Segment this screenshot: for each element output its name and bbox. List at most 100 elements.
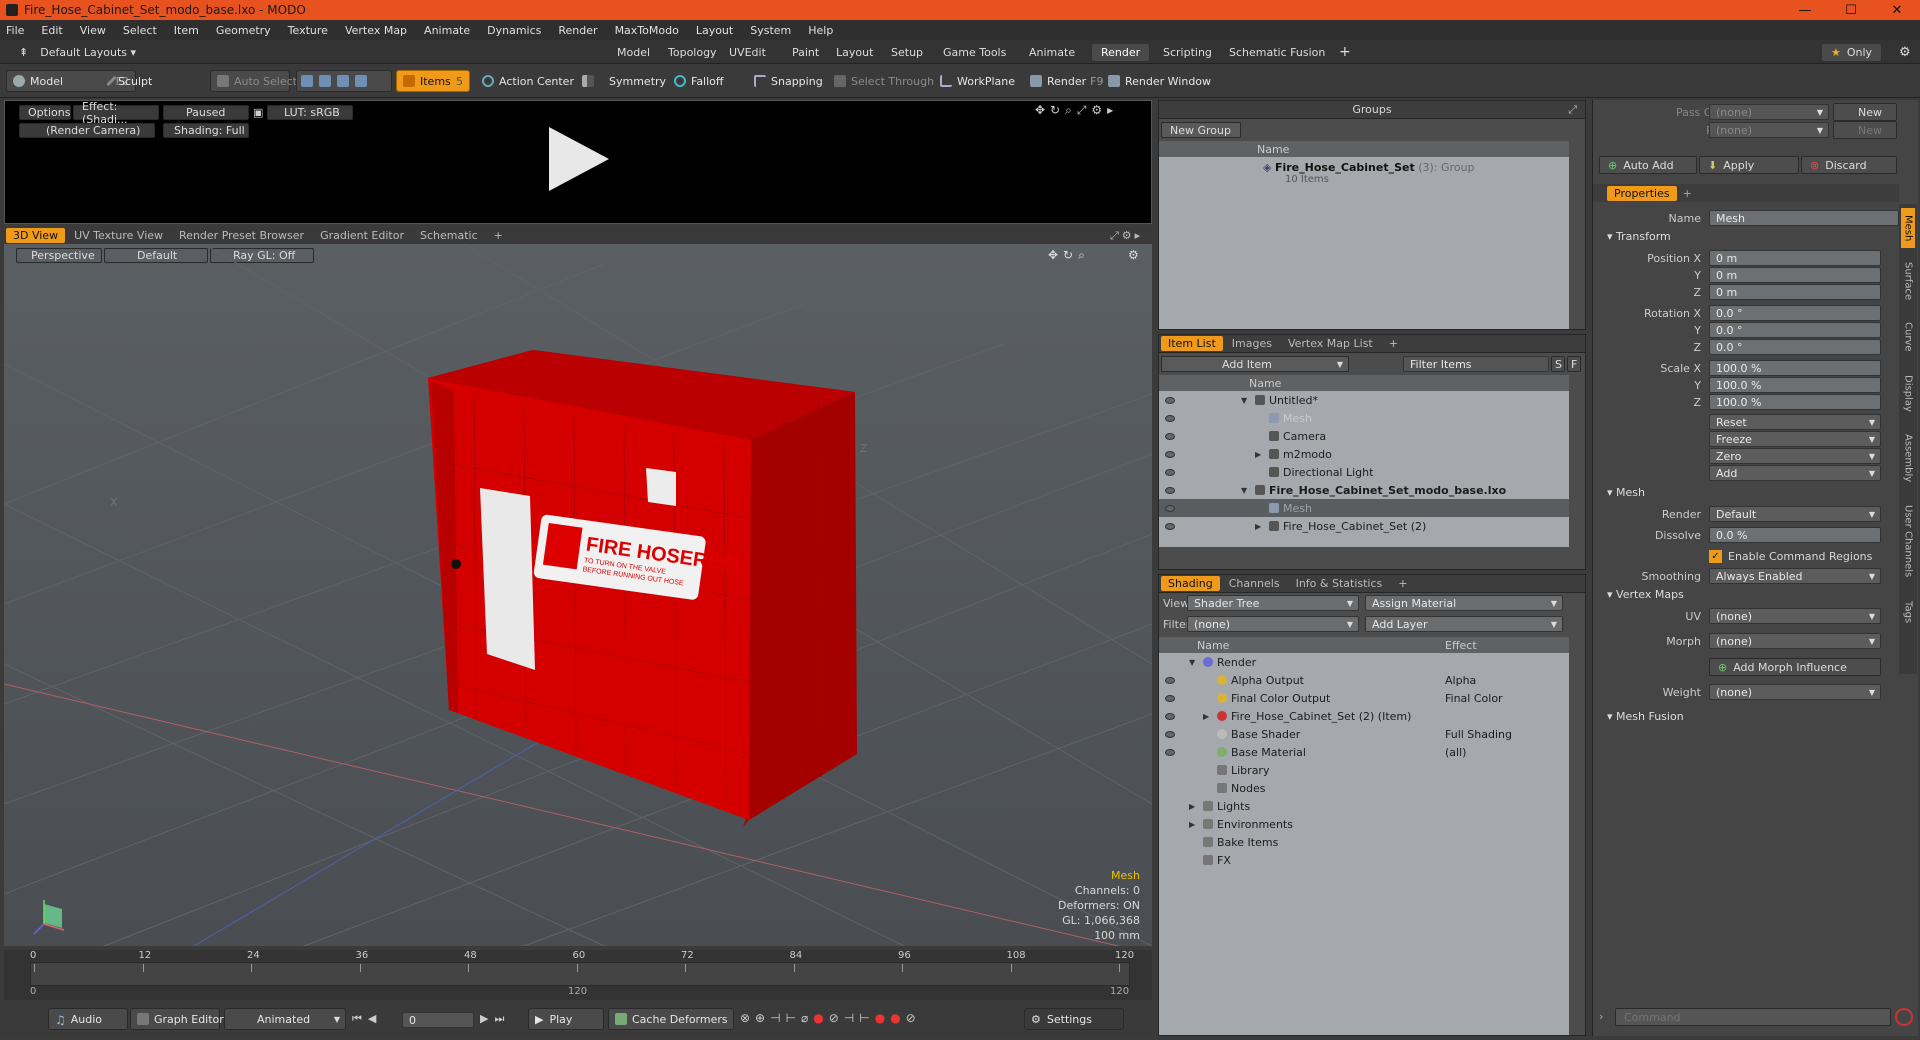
menu-item-file[interactable]: File (6, 24, 24, 37)
shading-tab-shading[interactable]: Shading (1161, 576, 1220, 591)
animated-dropdown[interactable]: Animated (224, 1008, 346, 1030)
menu-item-geometry[interactable]: Geometry (216, 24, 271, 37)
item-list-row[interactable]: Mesh (1159, 499, 1569, 517)
shader-tree-row[interactable]: Base Shader Full Shading (1159, 725, 1569, 743)
discard-button[interactable]: ⊗ Discard (1801, 156, 1897, 174)
shader-tree-row[interactable]: Final Color Output Final Color (1159, 689, 1569, 707)
shader-tree-row[interactable]: ▶ Fire_Hose_Cabinet_Set (2) (Item) (1159, 707, 1569, 725)
row-expander-icon[interactable]: ▶ (1189, 802, 1195, 811)
row-expander-icon[interactable]: ▶ (1255, 450, 1261, 459)
group-row[interactable]: ◈ Fire_Hose_Cabinet_Set (3): Group 10 It… (1263, 161, 1475, 185)
lock-icon[interactable]: ▣ (253, 106, 263, 119)
enable-command-regions-checkbox[interactable]: ✓ Enable Command Regions (1709, 548, 1899, 564)
shader-tree-row[interactable]: FX (1159, 851, 1569, 869)
view-dropdown[interactable]: Shader Tree (1187, 595, 1359, 611)
item-list-tab-images[interactable]: Images (1225, 336, 1279, 351)
row-expander-icon[interactable]: ▼ (1189, 658, 1195, 667)
default-layouts-dropdown[interactable]: ⇞ Default Layouts ▾ (10, 44, 145, 61)
preview-view-controls[interactable]: ✥↻⌕⤢⚙▸ (1035, 103, 1118, 118)
row-expander-icon[interactable]: ▶ (1203, 712, 1209, 721)
row-expander-icon[interactable]: ▼ (1241, 396, 1247, 405)
visibility-eye-icon[interactable] (1165, 730, 1175, 738)
visibility-eye-icon[interactable] (1165, 450, 1175, 458)
menu-item-help[interactable]: Help (808, 24, 833, 37)
menu-item-dynamics[interactable]: Dynamics (487, 24, 541, 37)
transform-section[interactable]: ▾ Transform (1593, 230, 1899, 246)
edges-mode-icon[interactable] (319, 75, 331, 87)
maximize-button[interactable]: ☐ (1828, 0, 1874, 20)
timeline-track[interactable] (30, 962, 1130, 986)
item-list-row[interactable]: Directional Light (1159, 463, 1569, 481)
timeline[interactable]: 0 12 24 36 48 60 72 84 96 108 120 0 120 120 (4, 950, 1152, 1000)
audio-button[interactable]: ♫ Audio (48, 1008, 128, 1030)
render-button[interactable]: Render F9 (1024, 70, 1104, 92)
side-tab-user-channels[interactable]: User Channels (1901, 494, 1915, 588)
visibility-eye-icon[interactable] (1165, 414, 1175, 422)
item-list-row[interactable]: ▶ m2modo (1159, 445, 1569, 463)
shader-tree-row[interactable]: Base Material (all) (1159, 743, 1569, 761)
layer-effect[interactable]: (all) (1445, 746, 1466, 759)
visibility-eye-icon[interactable] (1165, 712, 1175, 720)
item-list-row[interactable]: ▼ Untitled* (1159, 391, 1569, 409)
visibility-eye-icon[interactable] (1165, 432, 1175, 440)
item-list-row[interactable]: ▼ Fire_Hose_Cabinet_Set_modo_base.lxo (1159, 481, 1569, 499)
add-tab-icon[interactable]: + (1683, 187, 1692, 200)
menu-item-vertex-map[interactable]: Vertex Map (345, 24, 407, 37)
layout-tab-layout[interactable]: Layout (827, 44, 882, 61)
row-expander-icon[interactable]: ▶ (1255, 522, 1261, 531)
menu-item-animate[interactable]: Animate (424, 24, 470, 37)
row-expander-icon[interactable]: ▶ (1189, 820, 1195, 829)
layout-tab-setup[interactable]: Setup (882, 44, 932, 61)
shading-tab-channels[interactable]: Channels (1222, 576, 1287, 591)
pass-groups-dropdown[interactable]: (none) (1709, 104, 1829, 120)
menu-item-system[interactable]: System (750, 24, 791, 37)
visibility-eye-icon[interactable] (1165, 468, 1175, 476)
menu-item-maxtomodo[interactable]: MaxToModo (615, 24, 679, 37)
side-tab-display[interactable]: Display (1901, 364, 1915, 422)
row-expander-icon[interactable]: ▼ (1241, 486, 1247, 495)
shader-tree-row[interactable]: ▼ Render (1159, 653, 1569, 671)
layer-effect[interactable]: Full Shading (1445, 728, 1512, 741)
visibility-eye-icon[interactable] (1165, 748, 1175, 756)
close-button[interactable]: ✕ (1874, 0, 1920, 20)
side-tab-surface[interactable]: Surface (1901, 252, 1915, 310)
layout-tab-topology[interactable]: Topology (659, 44, 726, 61)
falloff-button[interactable]: Falloff (668, 70, 744, 92)
scale-z-field[interactable]: 100.0 % (1709, 394, 1881, 410)
render-window-button[interactable]: Render Window (1102, 70, 1211, 92)
shader-tree-row[interactable]: Library (1159, 761, 1569, 779)
visibility-eye-icon[interactable] (1165, 676, 1175, 684)
mesh-fusion-section[interactable]: ▾ Mesh Fusion (1593, 710, 1899, 726)
side-tab-tags[interactable]: Tags (1901, 592, 1915, 632)
preview-lut-dropdown[interactable]: LUT: sRGB (267, 105, 353, 120)
menu-item-layout[interactable]: Layout (696, 24, 733, 37)
vertex-maps-section[interactable]: ▾ Vertex Maps (1593, 588, 1899, 604)
menu-item-edit[interactable]: Edit (41, 24, 62, 37)
side-tab-assembly[interactable]: Assembly (1901, 426, 1915, 490)
preview-paused-button[interactable]: Paused (163, 105, 249, 120)
layout-tab-paint[interactable]: Paint (783, 44, 828, 61)
key-controls[interactable]: ⊗⊕⊣⊢⌀●⊘⊣⊢●●⊘ (740, 1011, 921, 1025)
filter-items-field[interactable]: Filter Items (1403, 356, 1549, 372)
passes-dropdown[interactable]: (none) (1709, 122, 1829, 138)
smoothing-dropdown[interactable]: Always Enabled (1709, 568, 1881, 584)
item-list-row[interactable]: ▶ Fire_Hose_Cabinet_Set (2) (1159, 517, 1569, 535)
layout-tab-animate[interactable]: Animate (1020, 44, 1084, 61)
dissolve-field[interactable]: 0.0 % (1709, 527, 1881, 543)
layer-effect[interactable]: Final Color (1445, 692, 1503, 705)
sculpt-mode-button[interactable]: Sculpt (104, 70, 198, 92)
shader-tree-row[interactable]: ▶ Lights (1159, 797, 1569, 815)
preview-effect-dropdown[interactable]: Effect: (Shadi... (73, 100, 159, 126)
item-list-row[interactable]: Mesh (1159, 409, 1569, 427)
minimize-button[interactable]: — (1782, 0, 1828, 20)
play-button[interactable]: ▶ Play (528, 1008, 604, 1030)
transport-forward-controls[interactable]: ▶⏭ (480, 1012, 510, 1026)
play-icon[interactable] (545, 125, 615, 195)
visibility-eye-icon[interactable] (1165, 396, 1175, 404)
rot-y-field[interactable]: 0.0 ° (1709, 322, 1881, 338)
apply-button[interactable]: ⬇ Apply (1699, 156, 1799, 174)
layout-tab-render[interactable]: Render (1092, 44, 1150, 61)
3d-viewport[interactable]: Perspective Default Ray GL: Off ✥↻⌕ ⚙ FI… (4, 244, 1152, 946)
name-field[interactable]: Mesh (1709, 210, 1899, 226)
preview-options-button[interactable]: Options (19, 105, 71, 120)
